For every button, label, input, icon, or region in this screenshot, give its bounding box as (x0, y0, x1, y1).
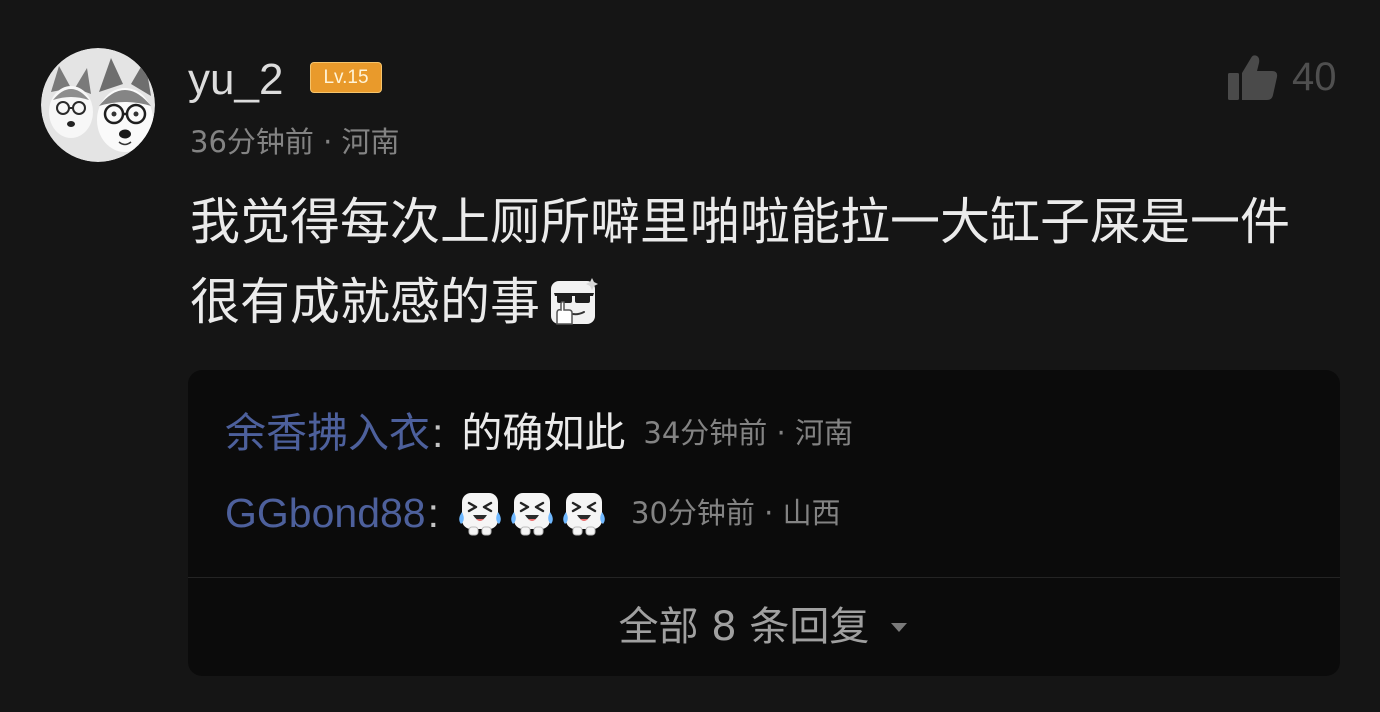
reply-author[interactable]: GGbond88 (225, 487, 426, 539)
cool-glasses-sticker (548, 276, 600, 328)
level-badge: Lv.15 (310, 62, 382, 93)
laugh-cry-sticker (457, 490, 503, 536)
reply-preview-box: 余香拂入衣 : 的确如此 34分钟前 · 河南 GGbond88 : 30分钟前… (188, 370, 1340, 676)
comment-body[interactable]: 我觉得每次上厕所噼里啪啦能拉一大缸子屎是一件 很有成就感的事 (190, 182, 1330, 342)
reply-time-location: 30分钟前 · 山西 (631, 496, 841, 530)
reply-colon: : (432, 410, 444, 456)
thumbs-up-icon (1228, 54, 1278, 100)
comment-text-line: 我觉得每次上厕所噼里啪啦能拉一大缸子屎是一件 (190, 182, 1330, 262)
reply-time-location: 34分钟前 · 河南 (643, 416, 853, 450)
comment-text: 我觉得每次上厕所噼里啪啦能拉一大缸子屎是一件 (190, 193, 1290, 251)
reply-author[interactable]: 余香拂入衣 (225, 407, 430, 459)
like-button[interactable]: 40 (1228, 52, 1337, 102)
reply-stickers (457, 490, 613, 536)
username[interactable]: yu_2 (188, 54, 283, 106)
comment-text-line: 很有成就感的事 (190, 262, 1330, 342)
view-all-replies-button[interactable]: 全部 8 条回复 (188, 578, 1340, 676)
reply-text: 的确如此 (461, 409, 626, 457)
caret-down-icon (889, 621, 909, 633)
laugh-cry-sticker (561, 490, 607, 536)
user-avatar[interactable] (41, 48, 155, 162)
view-all-replies-label: 全部 8 条回复 (618, 604, 870, 650)
reply-item[interactable]: GGbond88 : 30分钟前 · 山西 (225, 487, 841, 539)
laugh-cry-sticker (509, 490, 555, 536)
comment-text: 很有成就感的事 (190, 273, 540, 331)
comment-time-location: 36分钟前 · 河南 (190, 125, 400, 159)
reply-colon: : (427, 490, 440, 536)
husky-dogs-avatar (41, 48, 155, 162)
like-count: 40 (1292, 55, 1337, 99)
reply-item[interactable]: 余香拂入衣 : 的确如此 34分钟前 · 河南 (225, 407, 853, 459)
